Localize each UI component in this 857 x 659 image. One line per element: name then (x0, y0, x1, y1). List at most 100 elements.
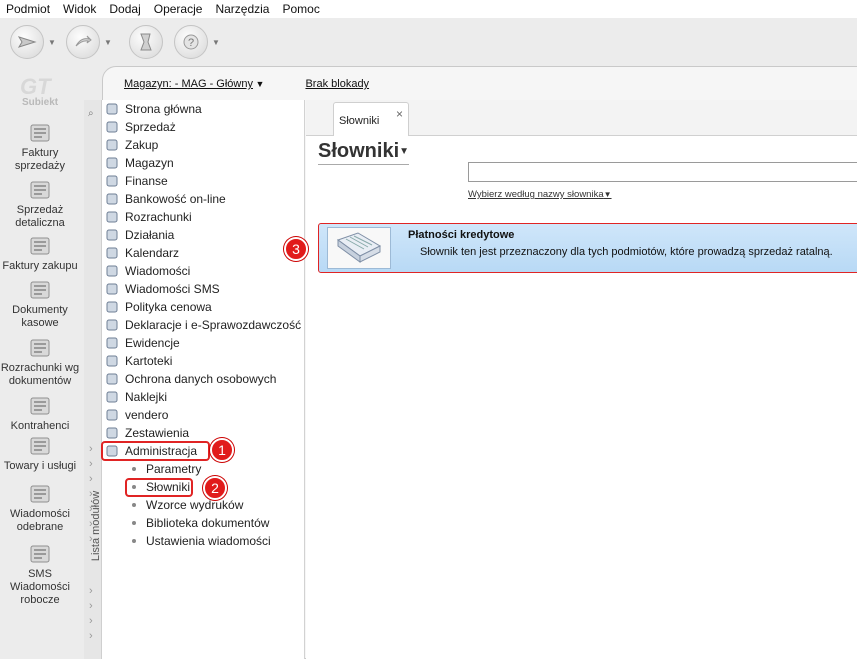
launch-item-label: SMS Wiadomości robocze (10, 568, 70, 606)
tree-item-label: vendero (125, 408, 169, 422)
tab-label: Słowniki (339, 115, 380, 127)
tree-item-label: Magazyn (125, 156, 174, 170)
menu-widok[interactable]: Widok (63, 2, 96, 16)
launch-item[interactable]: Faktury sprzedaży (0, 121, 80, 173)
settlements-icon (106, 211, 118, 223)
tree-item[interactable]: Kalendarz (105, 244, 179, 262)
tree-subitem[interactable]: Wzorce wydruków (132, 496, 243, 514)
filter-selector[interactable]: Wybierz według nazwy słownika▼ (468, 189, 612, 200)
chevron-down-icon[interactable]: ▼ (212, 38, 220, 47)
launch-item-label: Wiadomości odebrane (10, 508, 70, 533)
chevron-right-icon[interactable]: › (89, 443, 93, 455)
home-icon (106, 103, 118, 115)
tree-item[interactable]: Polityka cenowa (105, 298, 212, 316)
tree-item-label: Wiadomości SMS (125, 282, 220, 296)
purchase-invoices-icon (30, 237, 50, 255)
chevron-right-icon[interactable]: › (89, 630, 93, 642)
tree-subitem[interactable]: Ustawienia wiadomości (132, 532, 271, 550)
tab-slowniki[interactable]: Słowniki × (333, 102, 409, 136)
pin-icon[interactable]: ⌕ (88, 108, 94, 119)
launch-item-label: Kontrahenci (10, 420, 70, 432)
filter-label: Wybierz według nazwy słownika (468, 189, 604, 200)
dictionary-row[interactable]: Płatności kredytowe Słownik ten jest prz… (318, 223, 857, 273)
tree-item[interactable]: Wiadomości SMS (105, 280, 220, 298)
launch-item-label: Dokumenty kasowe (12, 304, 68, 329)
menu-operacje[interactable]: Operacje (154, 2, 203, 16)
close-icon[interactable]: × (396, 107, 403, 121)
tree-item-label: Finanse (125, 174, 168, 188)
menu-podmiot[interactable]: Podmiot (6, 2, 50, 16)
tree-item[interactable]: Zakup (105, 136, 158, 154)
tree-subitem-label: Ustawienia wiadomości (146, 534, 271, 548)
menu-narzedzia[interactable]: Narzędzia (215, 2, 269, 16)
goods-icon (30, 437, 50, 455)
lock-status[interactable]: Brak blokady (305, 78, 369, 90)
module-list-label: Lista modułów (90, 490, 102, 562)
launch-item-label: Towary i usługi (3, 460, 77, 472)
dictionary-description: Słownik ten jest przeznaczony dla tych p… (420, 246, 833, 258)
content-area: Słowniki × Słowniki▼ Wybierz według nazw… (306, 100, 857, 659)
tree-item[interactable]: vendero (105, 406, 168, 424)
chevron-right-icon[interactable]: › (89, 600, 93, 612)
launch-item[interactable]: Faktury zakupu (0, 234, 80, 273)
tree-subitem[interactable]: Biblioteka dokumentów (132, 514, 269, 532)
launch-item[interactable]: SMS Wiadomości robocze (0, 542, 80, 607)
launch-item[interactable]: Sprzedaż detaliczna (0, 178, 80, 230)
help-button[interactable]: ? (174, 25, 208, 59)
sales-icon (106, 121, 118, 133)
tree-subitem-label: Parametry (146, 462, 202, 476)
chevron-right-icon[interactable]: › (89, 473, 93, 485)
tree-item[interactable]: Naklejki (105, 388, 167, 406)
finance-icon (106, 175, 118, 187)
launch-item[interactable]: Dokumenty kasowe (0, 278, 80, 330)
bullet-icon (132, 503, 136, 507)
tree-item[interactable]: Bankowość on-line (105, 190, 226, 208)
chevron-right-icon[interactable]: › (89, 585, 93, 597)
tree-subitem-label: Wzorce wydruków (146, 498, 244, 512)
warehouse-selector[interactable]: Magazyn: - MAG - Główny (124, 78, 253, 90)
tree-item[interactable]: Działania (105, 226, 174, 244)
chevron-down-icon: ▼ (399, 146, 410, 158)
records-icon (106, 337, 118, 349)
page-title[interactable]: Słowniki▼ (318, 140, 410, 165)
tools-button[interactable] (129, 25, 163, 59)
chevron-down-icon[interactable]: ▼ (48, 38, 56, 47)
status-bar: Magazyn: - MAG - Główny ▼ Brak blokady (124, 78, 369, 90)
menu-pomoc[interactable]: Pomoc (282, 2, 319, 16)
chevron-right-icon[interactable]: › (89, 615, 93, 627)
chevron-right-icon[interactable]: › (89, 458, 93, 470)
page-title-text: Słowniki (318, 140, 400, 162)
send-button[interactable] (10, 25, 44, 59)
launch-item[interactable]: Wiadomości odebrane (0, 482, 80, 534)
tree-item[interactable]: Deklaracje i e-Sprawozdawczość (105, 316, 301, 334)
launch-item[interactable]: Towary i usługi (0, 434, 80, 473)
vendero-icon (106, 409, 118, 421)
tree-item[interactable]: Wiadomości (105, 262, 190, 280)
launch-item-label: Sprzedaż detaliczna (15, 204, 65, 229)
tree-item[interactable]: Ewidencje (105, 334, 180, 352)
launch-item[interactable]: Rozrachunki wg dokumentów (0, 336, 80, 388)
tree-item[interactable]: Magazyn (105, 154, 174, 172)
tree-item-label: Sprzedaż (125, 120, 176, 134)
tree-item[interactable]: Kartoteki (105, 352, 172, 370)
tree-item[interactable]: Finanse (105, 172, 168, 190)
svg-text:?: ? (188, 37, 194, 49)
tree-item-label: Zakup (125, 138, 159, 152)
tree-item[interactable]: Sprzedaż (105, 118, 176, 136)
tree-item[interactable]: Rozrachunki (105, 208, 192, 226)
chevron-down-icon[interactable]: ▼ (253, 79, 264, 89)
chevron-down-icon[interactable]: ▼ (104, 38, 112, 47)
menu-dodaj[interactable]: Dodaj (109, 2, 140, 16)
tree-item[interactable]: Zestawienia (105, 424, 189, 442)
tree-item-label: Kalendarz (125, 246, 180, 260)
settlements-icon (30, 339, 50, 357)
tree-item[interactable]: Ochrona danych osobowych (105, 370, 276, 388)
tree-item[interactable]: Strona główna (105, 100, 202, 118)
tree-item-label: Bankowość on-line (125, 192, 226, 206)
gt-logo-icon: GT (20, 74, 52, 99)
tree-subitem[interactable]: Parametry (132, 460, 201, 478)
bullet-icon (132, 539, 136, 543)
search-input[interactable] (468, 162, 857, 182)
launch-item[interactable]: Kontrahenci (0, 394, 80, 433)
forward-button[interactable] (66, 25, 100, 59)
